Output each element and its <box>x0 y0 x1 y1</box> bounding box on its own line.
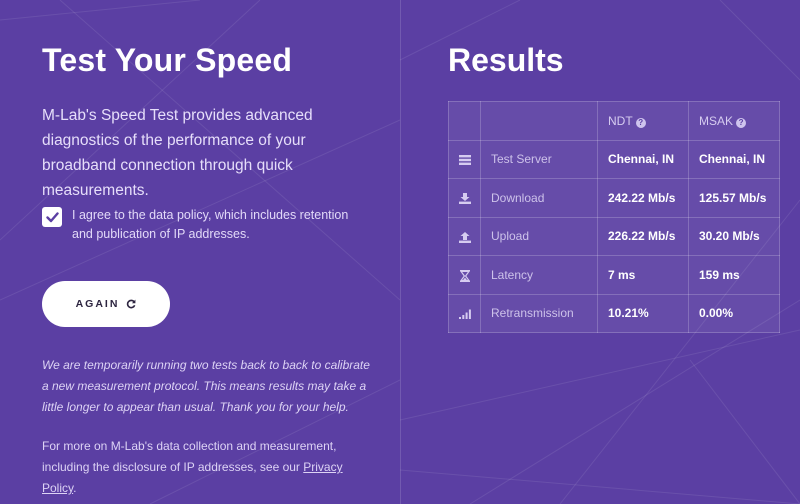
msak-value: 159 ms <box>688 255 780 295</box>
header-msak: MSAK? <box>688 101 780 141</box>
server-icon <box>458 155 471 166</box>
metric-label: Upload <box>480 216 598 256</box>
table-row: Upload 226.22 Mb/s 30.20 Mb/s <box>448 216 780 256</box>
signal-icon <box>458 309 471 320</box>
ndt-value: 10.21% <box>597 293 689 333</box>
data-policy-checkbox[interactable] <box>42 207 62 227</box>
data-policy-label: I agree to the data policy, which includ… <box>72 208 349 241</box>
metric-label: Test Server <box>480 139 598 179</box>
metric-label: Download <box>480 178 598 218</box>
data-policy-agreement: I agree to the data policy, which includ… <box>42 206 372 244</box>
msak-value: Chennai, IN <box>688 139 780 179</box>
header-ndt: NDT? <box>597 101 689 141</box>
msak-label: MSAK <box>699 113 734 128</box>
hourglass-icon <box>459 269 470 282</box>
msak-help-icon[interactable]: ? <box>736 117 747 128</box>
row-icon-cell <box>448 178 481 218</box>
msak-value: 0.00% <box>688 293 780 333</box>
ndt-value: Chennai, IN <box>597 139 689 179</box>
msak-value: 30.20 Mb/s <box>688 216 780 256</box>
table-row: Latency 7 ms 159 ms <box>448 255 780 295</box>
header-metric-cell <box>480 101 598 141</box>
metric-label: Latency <box>480 255 598 295</box>
row-icon-cell <box>448 255 481 295</box>
upload-icon <box>458 231 471 243</box>
ndt-value: 7 ms <box>597 255 689 295</box>
privacy-info: For more on M-Lab's data collection and … <box>42 436 352 499</box>
results-title: Results <box>448 42 564 78</box>
column-divider <box>400 0 401 504</box>
intro-text: M-Lab's Speed Test provides advanced dia… <box>42 107 313 199</box>
table-row: Test Server Chennai, IN Chennai, IN <box>448 139 780 179</box>
table-row: Retransmission 10.21% 0.00% <box>448 293 780 333</box>
refresh-icon <box>127 299 136 309</box>
calibration-notice: We are temporarily running two tests bac… <box>42 358 370 414</box>
header-icon-cell <box>448 101 481 141</box>
again-button[interactable]: AGAIN <box>42 281 170 327</box>
again-button-label: AGAIN <box>75 298 120 310</box>
row-icon-cell <box>448 139 481 179</box>
table-row: Download 242.22 Mb/s 125.57 Mb/s <box>448 178 780 218</box>
table-header-row: NDT? MSAK? <box>448 101 780 141</box>
metric-label: Retransmission <box>480 293 598 333</box>
msak-value: 125.57 Mb/s <box>688 178 780 218</box>
check-icon <box>45 211 59 222</box>
ndt-label: NDT <box>608 113 633 128</box>
row-icon-cell <box>448 293 481 333</box>
page-title: Test Your Speed <box>42 42 293 78</box>
ndt-value: 226.22 Mb/s <box>597 216 689 256</box>
ndt-help-icon[interactable]: ? <box>635 117 646 128</box>
row-icon-cell <box>448 216 481 256</box>
results-table: NDT? MSAK? Test Server Chennai, IN Chenn… <box>448 101 780 333</box>
download-icon <box>458 193 471 205</box>
privacy-info-end: . <box>73 481 77 495</box>
privacy-info-text: For more on M-Lab's data collection and … <box>42 439 337 474</box>
ndt-value: 242.22 Mb/s <box>597 178 689 218</box>
